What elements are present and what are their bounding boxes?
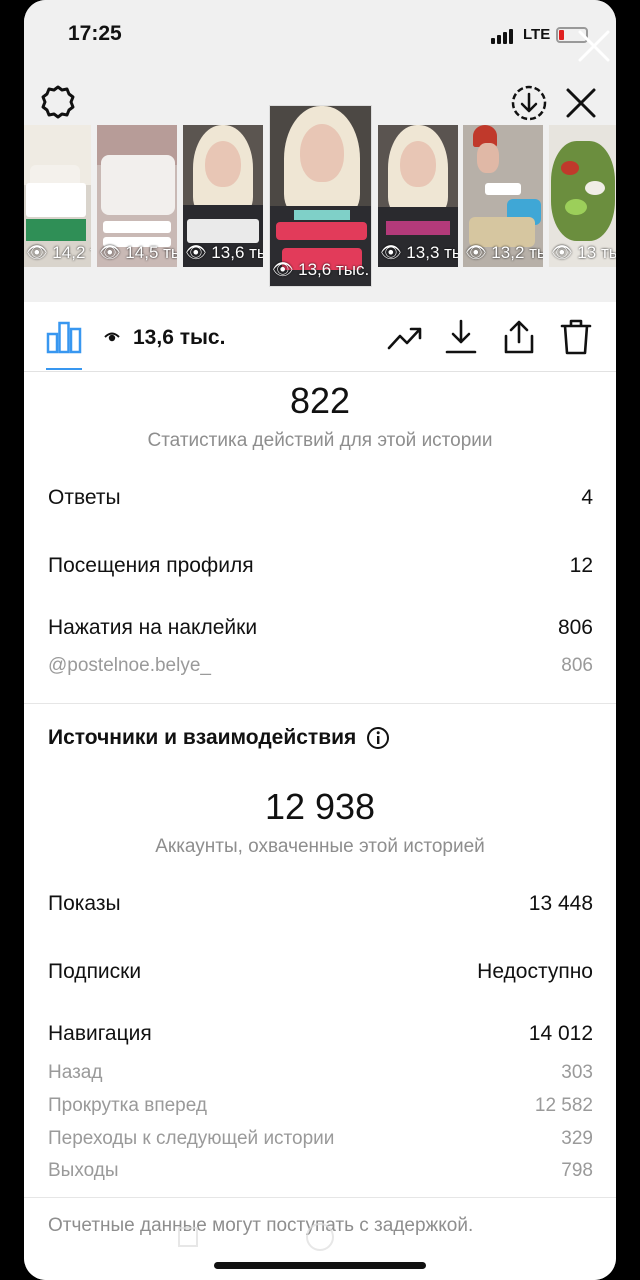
story-thumbnail[interactable]: 👁 13,2 тыс. [463,125,543,267]
section-divider [24,703,616,704]
reach-total: 12 938 [264,786,376,827]
story-thumbnails: 👁 14,2 тыс. 👁 14,5 тыс. 👁 13,6 тыс. [24,105,616,290]
nav-row-exits: Выходы 798 [48,1160,593,1182]
stat-row-impressions: Показы 13 448 [48,892,593,916]
download-icon[interactable] [442,318,480,356]
thumbnail-view-count: 👁 13,2 тыс. [465,243,543,262]
stat-row-sticker-taps: Нажатия на наклейки 806 [48,616,593,640]
phone-frame: 17:25 LTE 👁 14,2 👁 14,5 т 👁 13,6 т 👁 13,… [24,0,616,1280]
stat-label: Выходы [48,1160,119,1181]
active-tab-indicator [46,368,82,370]
stat-label: Ответы [48,486,121,509]
stat-value: 13 448 [528,892,593,915]
stat-label: Переходы к следующей истории [48,1128,335,1149]
stat-label: Назад [48,1062,103,1083]
insights-toolbar: 13,6 тыс. [24,302,616,372]
stat-value: 14 012 [528,1022,593,1045]
story-thumbnail[interactable]: 👁 14,2 тыс. [24,125,91,267]
stat-row-replies: Ответы 4 [48,486,593,510]
home-indicator[interactable] [214,1262,426,1269]
stat-value: 303 [561,1062,593,1083]
reach-caption: Аккаунты, охваченные этой историей [155,836,485,857]
status-bar: 17:25 LTE [24,0,616,62]
footer-note: Отчетные данные могут поступать с задерж… [48,1215,474,1236]
stat-label: Посещения профиля [48,554,254,577]
story-thumbnail-selected[interactable]: 👁 13,6 тыс. [269,105,372,287]
share-icon[interactable] [500,318,538,356]
interactions-total: 822 [289,380,351,421]
circle-icon [306,1223,334,1251]
download-circle-icon[interactable] [510,84,548,122]
stat-label: Показы [48,892,121,915]
sticker-mention-label[interactable]: @postelnoe.belye_ [48,655,211,677]
nav-row-back: Назад 303 [48,1062,593,1084]
story-thumbnail[interactable]: 👁 13 тыс. [549,125,616,267]
views-count: 13,6 тыс. [133,326,226,349]
thumbnail-view-count: 👁 14,5 тыс. [99,243,177,262]
screen: 17:25 LTE 👁 14,2 👁 14,5 т 👁 13,6 т 👁 13,… [24,0,616,1280]
trend-up-icon[interactable] [386,318,424,356]
gear-icon[interactable] [40,84,76,120]
stat-value: 12 [569,554,593,577]
stat-value: Недоступно [477,960,593,983]
story-thumbnail[interactable]: 👁 13,6 тыс. [183,125,263,267]
stat-row-profile-visits: Посещения профиля 12 [48,554,593,578]
story-strip-area: 17:25 LTE 👁 14,2 👁 14,5 т 👁 13,6 т 👁 13,… [24,0,616,302]
close-overlay-icon[interactable] [576,28,612,64]
stat-value: 329 [561,1128,593,1149]
status-time: 17:25 [68,22,122,45]
stat-row-sticker-mention[interactable]: @postelnoe.belye_ 806 [48,655,593,677]
discovery-section-title: Источники и взаимодействия [48,726,390,750]
section-title-text: Источники и взаимодействия [48,726,357,749]
story-thumbnail[interactable]: 👁 13,3 тыс. [378,125,458,267]
stat-label: Нажатия на наклейки [48,616,258,639]
thumbnail-view-count: 👁 13,6 тыс. [271,260,370,279]
nav-row-forward: Прокрутка вперед 12 582 [48,1095,593,1117]
stat-label: Подписки [48,960,142,983]
stat-label: Навигация [48,1022,152,1045]
stat-value: 806 [557,616,593,639]
square-icon [178,1227,198,1247]
bar-chart-icon[interactable] [46,320,82,354]
stat-row-follows: Подписки Недоступно [48,960,593,984]
thumbnail-view-count: 👁 13,6 тыс. [185,243,263,262]
stat-value: 4 [581,486,593,509]
stat-value: 798 [561,1160,593,1181]
stat-label: Прокрутка вперед [48,1095,207,1116]
interactions-caption: Статистика действий для этой истории [147,430,493,451]
network-label: LTE [523,26,551,43]
stat-value: 12 582 [534,1095,593,1116]
thumbnail-view-count: 👁 13 тыс. [551,243,616,262]
close-icon[interactable] [564,86,598,120]
signal-icon [491,28,513,44]
thumbnail-view-count: 👁 14,2 тыс. [26,243,91,262]
nav-row-next-story: Переходы к следующей истории 329 [48,1128,593,1150]
section-divider [24,1197,616,1198]
thumbnail-view-count: 👁 13,3 тыс. [380,243,458,262]
eye-icon [104,332,120,342]
story-thumbnail[interactable]: 👁 14,5 тыс. [97,125,177,267]
info-icon[interactable] [366,726,390,750]
stat-value: 806 [561,655,593,676]
trash-icon[interactable] [557,318,595,356]
stat-row-navigation: Навигация 14 012 [48,1022,593,1046]
insights-panel: 13,6 тыс. 822 Статистика действий для эт… [24,302,616,1280]
